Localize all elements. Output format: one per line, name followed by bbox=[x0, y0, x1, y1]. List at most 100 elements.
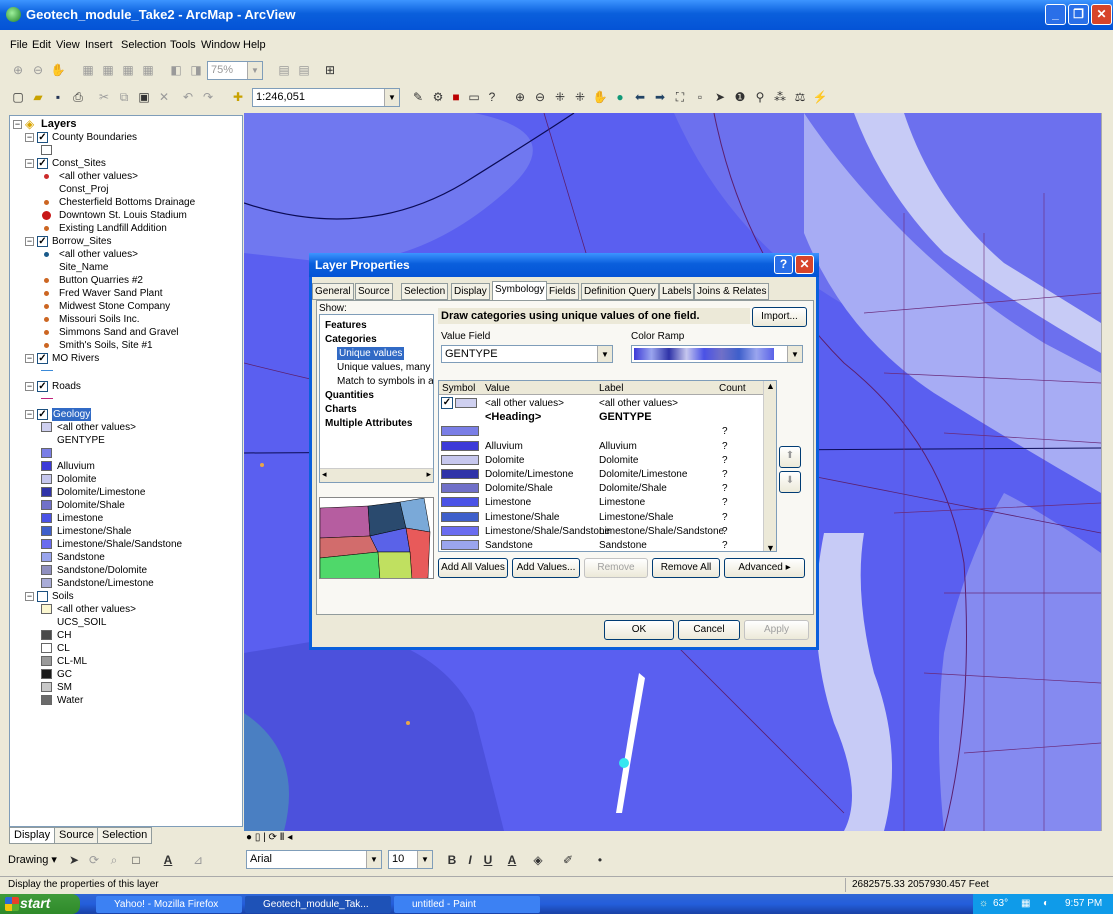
move-up-button[interactable]: ⬆ bbox=[779, 446, 801, 468]
zoom-out-page-icon[interactable]: ⊖ bbox=[30, 62, 46, 78]
tab-general[interactable]: General bbox=[312, 283, 354, 300]
chevron-down-icon[interactable]: ▼ bbox=[787, 346, 802, 362]
symbol-row[interactable]: Limestone/Shale/Sandstone Limestone/Shale… bbox=[439, 524, 761, 538]
task-firefox[interactable]: Yahoo! - Mozilla Firefox bbox=[96, 896, 242, 913]
tree-unique-values-many[interactable]: Unique values, many f bbox=[337, 361, 433, 374]
clear-selection-icon[interactable]: ▫ bbox=[692, 89, 708, 105]
layout-view-toggle-icon[interactable]: ● ▯ | ⟳ Ⅱ ◂ bbox=[246, 832, 292, 843]
select-elements-icon[interactable]: ➤ bbox=[66, 852, 82, 868]
chevron-down-icon[interactable]: ▼ bbox=[597, 346, 612, 362]
tree-charts[interactable]: Charts bbox=[325, 403, 357, 416]
symbol-swatch[interactable] bbox=[441, 497, 479, 508]
symbol-row[interactable]: ? bbox=[439, 424, 761, 438]
cancel-button[interactable]: Cancel bbox=[678, 620, 740, 640]
chevron-down-icon[interactable]: ▼ bbox=[247, 62, 262, 79]
all-other-values-checkbox[interactable]: ✓ bbox=[441, 397, 453, 409]
identify-icon[interactable]: ❶ bbox=[732, 89, 748, 105]
layer-name[interactable]: MO Rivers bbox=[52, 352, 99, 365]
pan-icon[interactable]: ✋ bbox=[592, 89, 608, 105]
chevron-down-icon[interactable]: ▼ bbox=[766, 543, 775, 551]
tree-features[interactable]: Features bbox=[325, 319, 367, 332]
network-icon[interactable]: ▦ bbox=[1021, 898, 1030, 909]
chevron-down-icon[interactable]: ▼ bbox=[366, 851, 381, 868]
symbol-swatch[interactable] bbox=[441, 454, 479, 465]
menu-edit[interactable]: Edit bbox=[32, 39, 51, 51]
pan-page-icon[interactable]: ✋ bbox=[50, 62, 66, 78]
map-horizontal-scrollbar[interactable]: ● ▯ | ⟳ Ⅱ ◂ bbox=[244, 831, 1113, 845]
zoom-to-selected-icon[interactable]: ⌕ bbox=[106, 852, 122, 868]
layer-name[interactable]: Geology bbox=[52, 408, 92, 421]
layer-name[interactable]: Borrow_Sites bbox=[52, 235, 111, 248]
symbol-row[interactable]: Dolomite/Limestone Dolomite/Limestone? bbox=[439, 467, 761, 481]
collapse-toggle[interactable]: − bbox=[13, 120, 22, 129]
layer-visibility-checkbox[interactable]: ✓ bbox=[37, 236, 48, 247]
fixed-zoom-in-map-icon[interactable]: ⁜ bbox=[552, 89, 568, 105]
symbol-swatch[interactable] bbox=[441, 426, 479, 437]
symbol-list[interactable]: Symbol Value Label Count ✓ <all other val… bbox=[438, 380, 777, 552]
zoom-in-icon[interactable]: ⊕ bbox=[512, 89, 528, 105]
close-button[interactable]: ✕ bbox=[1091, 4, 1112, 25]
font-combo[interactable]: Arial ▼ bbox=[246, 850, 382, 869]
chevron-up-icon[interactable]: ▲ bbox=[766, 381, 775, 391]
menu-insert[interactable]: Insert bbox=[85, 39, 113, 51]
layer-visibility-checkbox[interactable]: ✓ bbox=[37, 409, 48, 420]
tab-source[interactable]: Source bbox=[54, 827, 99, 844]
weather-icon[interactable]: ☼ bbox=[979, 898, 988, 909]
layer-collapse-toggle[interactable]: − bbox=[25, 410, 34, 419]
tab-selection[interactable]: Selection bbox=[97, 827, 153, 844]
save-icon[interactable]: ▪ bbox=[50, 89, 66, 105]
line-color-icon[interactable]: ✐ bbox=[560, 852, 576, 868]
arctoolbox-icon[interactable]: ■ bbox=[448, 89, 464, 105]
forward-extent-icon[interactable]: ◨ bbox=[188, 62, 204, 78]
layer-collapse-toggle[interactable]: − bbox=[25, 382, 34, 391]
marker-color-icon[interactable]: • bbox=[592, 852, 608, 868]
fixed-zoom-out-map-icon[interactable]: ⁜ bbox=[572, 89, 588, 105]
menu-help[interactable]: Help bbox=[243, 39, 266, 51]
advanced-button[interactable]: Advanced ▸ bbox=[724, 558, 805, 578]
help-button[interactable]: ? bbox=[774, 255, 793, 274]
import-button[interactable]: Import... bbox=[752, 307, 807, 327]
tree-categories[interactable]: Categories bbox=[325, 333, 377, 346]
new-text-icon[interactable]: A bbox=[160, 852, 176, 868]
fixed-zoom-out-icon[interactable]: ▦ bbox=[140, 62, 156, 78]
editor-toolbar-icon[interactable]: ✎ bbox=[410, 89, 426, 105]
next-extent-icon[interactable]: ➡ bbox=[652, 89, 668, 105]
dialog-close-button[interactable]: ✕ bbox=[795, 255, 814, 274]
undo-icon[interactable]: ↶ bbox=[180, 89, 196, 105]
task-arcmap[interactable]: Geotech_module_Tak... bbox=[245, 896, 391, 913]
full-extent-icon[interactable]: ● bbox=[612, 89, 628, 105]
delete-icon[interactable]: ✕ bbox=[156, 89, 172, 105]
symbol-row[interactable]: Dolomite Dolomite? bbox=[439, 453, 761, 467]
hyperlink-icon[interactable]: ⚡ bbox=[812, 89, 828, 105]
chevron-down-icon[interactable]: ▼ bbox=[384, 89, 399, 106]
edit-vertices-icon[interactable]: ⊿ bbox=[190, 852, 206, 868]
back-extent-icon[interactable]: ◧ bbox=[168, 62, 184, 78]
minimize-button[interactable]: _ bbox=[1045, 4, 1066, 25]
move-down-button[interactable]: ⬇ bbox=[779, 471, 801, 493]
header-label[interactable]: Label bbox=[599, 382, 623, 395]
bold-icon[interactable]: B bbox=[444, 852, 460, 868]
tab-display[interactable]: Display bbox=[451, 283, 490, 300]
tab-source[interactable]: Source bbox=[355, 283, 393, 300]
volume-icon[interactable]: ◐ bbox=[1043, 898, 1049, 909]
symbol-swatch[interactable] bbox=[455, 398, 477, 408]
symbol-swatch[interactable] bbox=[441, 469, 479, 479]
symbol-row[interactable]: Limestone Limestone? bbox=[439, 495, 761, 509]
header-count[interactable]: Count bbox=[719, 382, 746, 395]
add-data-icon[interactable]: ✚ bbox=[230, 89, 246, 105]
symbol-swatch[interactable] bbox=[441, 540, 479, 550]
new-icon[interactable]: ▢ bbox=[10, 89, 26, 105]
command-line-icon[interactable]: ▭ bbox=[466, 89, 482, 105]
italic-icon[interactable]: I bbox=[462, 852, 478, 868]
catalog-icon[interactable]: ⚙ bbox=[430, 89, 446, 105]
layer-visibility-checkbox[interactable]: ✓ bbox=[37, 353, 48, 364]
layer-collapse-toggle[interactable]: − bbox=[25, 133, 34, 142]
layer-name[interactable]: County Boundaries bbox=[52, 131, 137, 144]
zoom-100-icon[interactable]: ▦ bbox=[100, 62, 116, 78]
tab-fields[interactable]: Fields bbox=[546, 283, 579, 300]
paste-icon[interactable]: ▣ bbox=[136, 89, 152, 105]
layer-name[interactable]: Const_Sites bbox=[52, 157, 106, 170]
chevron-right-icon[interactable]: ▸ bbox=[426, 469, 431, 480]
header-value[interactable]: Value bbox=[485, 382, 510, 395]
add-all-values-button[interactable]: Add All Values bbox=[438, 558, 508, 578]
